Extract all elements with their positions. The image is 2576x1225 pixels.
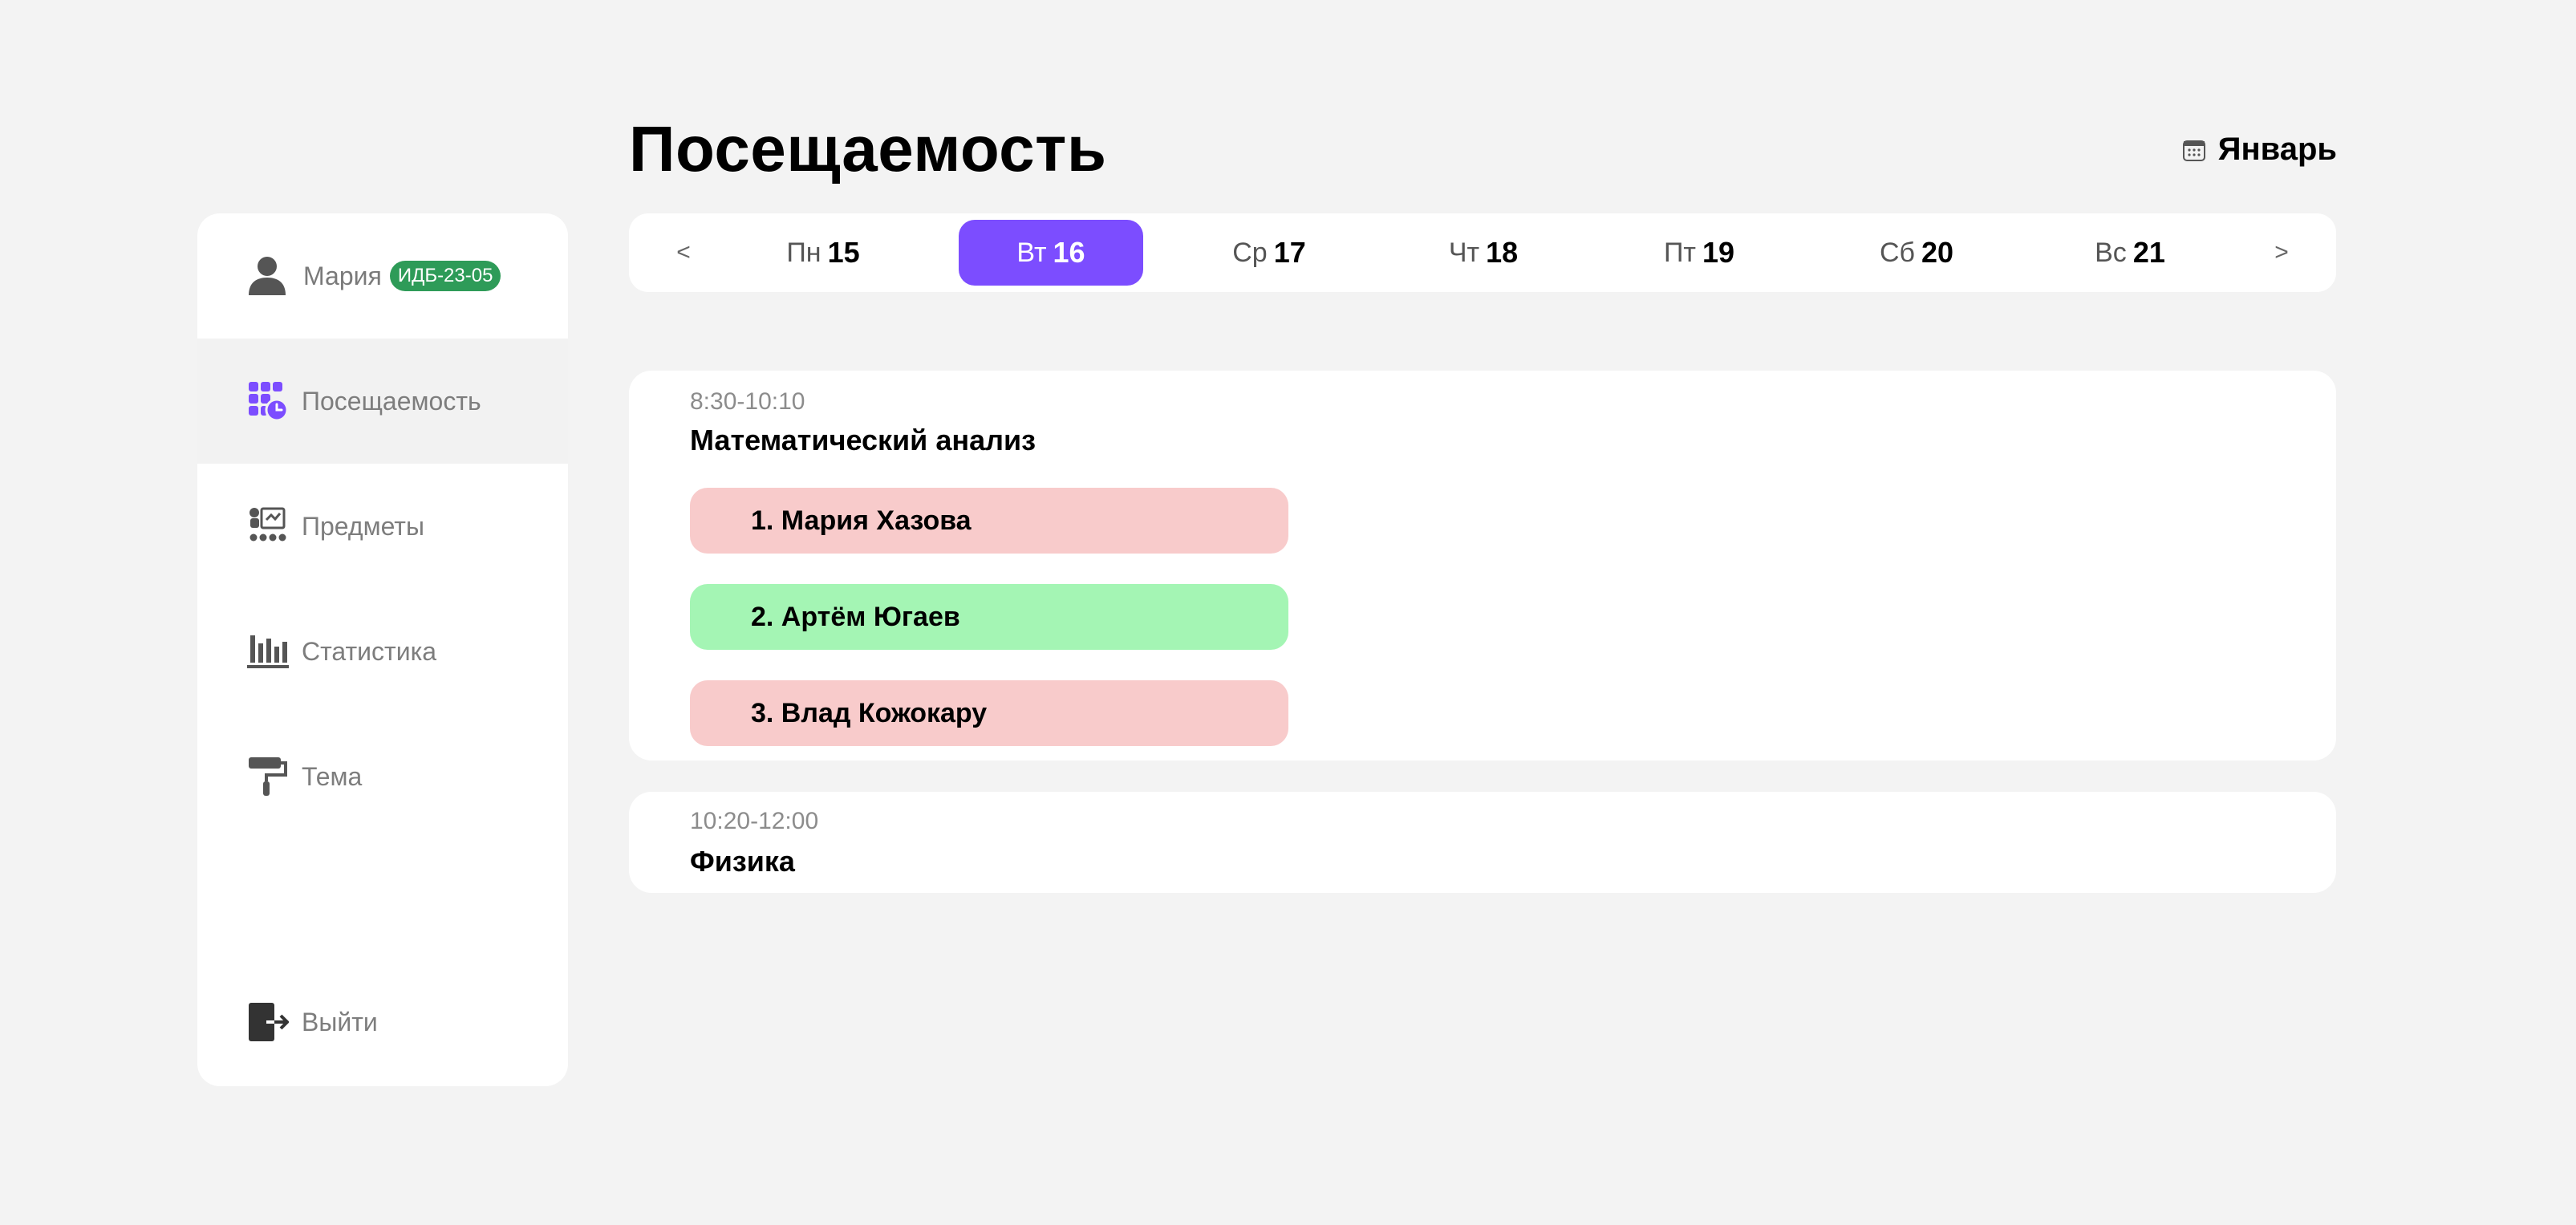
sidebar-item-subjects[interactable]: Предметы	[197, 464, 568, 589]
prev-week-button[interactable]: <	[667, 213, 700, 292]
day-mon[interactable]: Пн 15	[731, 220, 915, 286]
group-badge: ИДБ-23-05	[389, 261, 501, 291]
user-icon	[249, 257, 286, 295]
lesson-card[interactable]: 10:20-12:00 Физика	[629, 792, 2336, 893]
paint-roller-icon	[249, 757, 287, 796]
bar-chart-icon	[247, 635, 289, 668]
lesson-card: 8:30-10:10 Математический анализ 1. Мари…	[629, 371, 2336, 761]
day-sat[interactable]: Сб 20	[1824, 220, 2009, 286]
next-week-button[interactable]: >	[2266, 213, 2298, 292]
day-number: 21	[2132, 236, 2165, 269]
sidebar-item-label: Статистика	[302, 636, 437, 666]
day-number: 20	[1921, 236, 1954, 269]
app-page: Мария ИДБ-23-05 Посещаемость Предметы Ст…	[0, 0, 2576, 1225]
sidebar-item-label: Предметы	[302, 511, 424, 541]
day-number: 19	[1702, 236, 1735, 269]
sidebar-item-label: Тема	[302, 761, 363, 791]
day-sun[interactable]: Вс 21	[2038, 220, 2222, 286]
day-name: Сб	[1879, 237, 1915, 268]
sidebar: Мария ИДБ-23-05 Посещаемость Предметы Ст…	[197, 213, 568, 1086]
lesson-time: 10:20-12:00	[690, 808, 819, 834]
lesson-subject: Математический анализ	[690, 424, 1036, 456]
day-number: 16	[1053, 236, 1085, 269]
day-name: Вт	[1016, 237, 1047, 268]
day-wed[interactable]: Ср 17	[1177, 220, 1361, 286]
sidebar-item-attendance[interactable]: Посещаемость	[197, 339, 568, 464]
day-thu[interactable]: Чт 18	[1391, 220, 1576, 286]
day-number: 17	[1273, 236, 1306, 269]
day-name: Ср	[1232, 237, 1268, 268]
lesson-time: 8:30-10:10	[690, 388, 805, 415]
user-profile[interactable]: Мария ИДБ-23-05	[197, 213, 568, 339]
day-name: Вс	[2095, 237, 2127, 268]
day-name: Чт	[1448, 237, 1480, 268]
sidebar-item-label: Посещаемость	[302, 386, 481, 416]
week-selector: < Пн 15 Вт 16 Ср 17 Чт 18 Пт 19 Сб 20 Вс…	[629, 213, 2336, 292]
day-name: Пт	[1663, 237, 1696, 268]
logout-icon	[249, 1003, 289, 1041]
day-number: 15	[827, 236, 860, 269]
student-row[interactable]: 2. Артём Югаев	[690, 584, 1288, 650]
student-row[interactable]: 1. Мария Хазова	[690, 488, 1288, 554]
user-name: Мария	[303, 261, 382, 290]
lesson-subject: Физика	[690, 845, 795, 878]
day-tue[interactable]: Вт 16	[959, 220, 1143, 286]
sidebar-item-theme[interactable]: Тема	[197, 714, 568, 839]
month-selector[interactable]: Январь	[2181, 132, 2337, 168]
subjects-icon	[249, 507, 286, 542]
logout-label: Выйти	[302, 1007, 378, 1036]
day-number: 18	[1486, 236, 1519, 269]
calendar-icon	[2182, 140, 2205, 161]
logout-button[interactable]: Выйти	[197, 959, 568, 1085]
student-row[interactable]: 3. Влад Кожокару	[690, 680, 1288, 746]
page-title: Посещаемость	[629, 113, 1107, 185]
day-fri[interactable]: Пт 19	[1607, 220, 1791, 286]
month-label: Январь	[2217, 132, 2337, 167]
sidebar-item-statistics[interactable]: Статистика	[197, 589, 568, 714]
day-name: Пн	[786, 237, 821, 268]
attendance-icon	[249, 382, 289, 422]
